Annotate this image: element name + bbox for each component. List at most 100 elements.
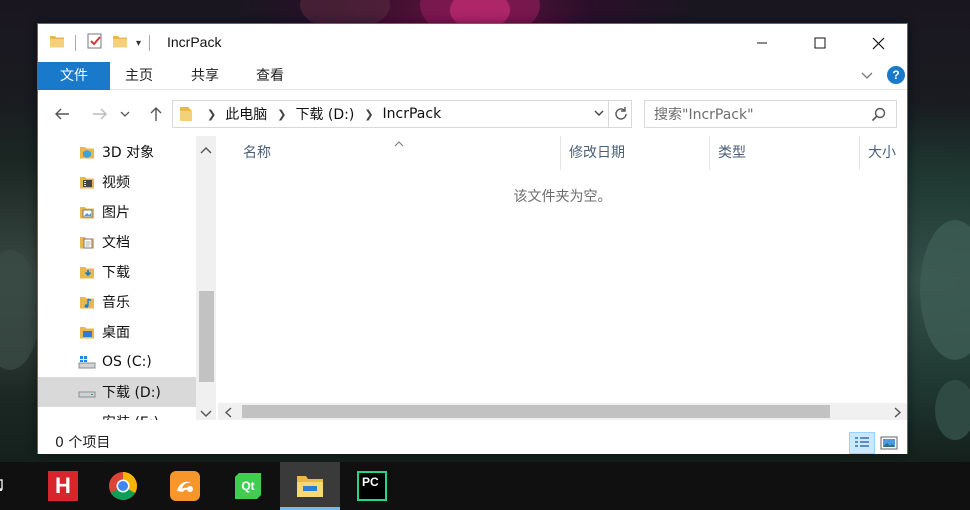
new-folder-icon[interactable] (112, 33, 128, 53)
customize-toolbar-icon[interactable]: ▾ (136, 38, 141, 49)
toolbar-divider (149, 35, 151, 51)
pycharm-icon-label: PC (362, 475, 379, 489)
tab-view[interactable]: 查看 (241, 62, 299, 90)
nav-item-install-e[interactable]: 安装 (E:) (38, 407, 196, 420)
navigation-pane: 3D 对象 视频 图片 文档 下载 音乐 桌面 OS (C:) 下载 (D:) (38, 136, 217, 420)
empty-folder-message: 该文件夹为空。 (513, 189, 612, 205)
nav-item-label: 下载 (102, 265, 130, 281)
taskbar: H Qt PC (0, 462, 970, 510)
column-header-date-modified[interactable]: 修改日期 (561, 136, 710, 170)
scrollbar-thumb[interactable] (242, 405, 830, 418)
file-explorer-icon (297, 476, 323, 497)
task-view-button[interactable] (0, 462, 18, 510)
hbuilder-icon: H (48, 471, 78, 501)
3d-objects-icon (78, 143, 96, 161)
up-button[interactable] (144, 102, 168, 126)
documents-folder-icon (78, 233, 96, 251)
breadcrumb-chevron-icon[interactable]: ❯ (364, 108, 373, 121)
qt-icon: Qt (235, 473, 261, 499)
address-divider (608, 101, 609, 127)
scroll-up-icon[interactable] (200, 142, 212, 158)
breadcrumb-downloads-drive[interactable]: 下载 (D:) (295, 104, 354, 124)
nav-item-label: 安装 (E:) (102, 412, 159, 420)
column-header-size[interactable]: 大小 (860, 136, 907, 170)
nav-item-label: 下载 (D:) (102, 385, 161, 401)
status-bar: 0 个项目 (38, 428, 907, 454)
nav-item-videos[interactable]: 视频 (38, 167, 196, 197)
address-dropdown-icon[interactable] (593, 107, 605, 123)
column-header-name[interactable]: 名称 (235, 136, 561, 170)
nav-item-os-c[interactable]: OS (C:) (38, 347, 196, 377)
breadcrumb-chevron-icon[interactable]: ❯ (277, 108, 286, 121)
search-icon[interactable] (871, 107, 886, 126)
pycharm-icon: PC (357, 471, 387, 501)
taskbar-app-hbuilder[interactable]: H (33, 462, 93, 510)
nav-item-downloads-d[interactable]: 下载 (D:) (38, 377, 196, 407)
search-placeholder: 搜索"IncrPack" (654, 107, 754, 123)
refresh-icon[interactable] (613, 106, 629, 126)
forward-button[interactable] (88, 102, 112, 126)
folder-icon (179, 106, 193, 122)
nav-item-desktop[interactable]: 桌面 (38, 317, 196, 347)
nav-item-documents[interactable]: 文档 (38, 227, 196, 257)
help-icon[interactable]: ? (887, 66, 905, 84)
downloads-folder-icon (78, 263, 96, 281)
quick-access-toolbar: ▾ (49, 33, 158, 53)
taskbar-app-chrome[interactable] (93, 462, 153, 510)
nav-item-label: 桌面 (102, 325, 130, 341)
nav-item-label: OS (C:) (102, 354, 152, 370)
nav-item-label: 视频 (102, 175, 130, 191)
breadcrumb-chevron-icon[interactable]: ❯ (207, 108, 216, 121)
taskbar-app-qt[interactable]: Qt (218, 462, 278, 510)
file-list: 名称 修改日期 类型 大小 该文件夹为空。 (218, 136, 907, 420)
nav-item-label: 文档 (102, 235, 130, 251)
expand-ribbon-icon[interactable] (860, 68, 874, 85)
tab-share[interactable]: 共享 (176, 62, 234, 90)
breadcrumb-incrpack[interactable]: IncrPack (383, 106, 442, 122)
nav-item-3d-objects[interactable]: 3D 对象 (38, 137, 196, 167)
system-drive-icon (78, 353, 96, 371)
folder-icon (49, 33, 65, 53)
ribbon: 文件 主页 共享 查看 ? (38, 62, 907, 90)
uc-browser-icon (170, 471, 200, 501)
maximize-button[interactable] (797, 24, 843, 62)
scroll-right-icon[interactable] (894, 406, 902, 422)
tab-home[interactable]: 主页 (110, 62, 168, 90)
chrome-icon (109, 472, 137, 500)
details-view-button[interactable] (849, 432, 875, 454)
scroll-left-icon[interactable] (224, 406, 232, 422)
drive-icon (78, 413, 96, 420)
nav-item-music[interactable]: 音乐 (38, 287, 196, 317)
title-bar: ▾ IncrPack (38, 24, 907, 62)
video-folder-icon (78, 173, 96, 191)
nav-item-pictures[interactable]: 图片 (38, 197, 196, 227)
pictures-folder-icon (78, 203, 96, 221)
horizontal-scrollbar[interactable] (218, 403, 907, 420)
search-input[interactable]: 搜索"IncrPack" (644, 100, 897, 128)
nav-item-label: 音乐 (102, 295, 130, 311)
music-folder-icon (78, 293, 96, 311)
minimize-button[interactable] (739, 24, 785, 62)
scrollbar-thumb[interactable] (199, 291, 214, 382)
navigation-scrollbar[interactable] (196, 136, 216, 420)
tab-file[interactable]: 文件 (38, 62, 110, 90)
navigation-bar: ❯ 此电脑 ❯ 下载 (D:) ❯ IncrPack 搜索"IncrPack" (38, 90, 907, 136)
address-bar[interactable]: ❯ 此电脑 ❯ 下载 (D:) ❯ IncrPack (172, 100, 632, 128)
back-button[interactable] (50, 102, 74, 126)
scroll-down-icon[interactable] (200, 406, 212, 422)
recent-locations-button[interactable] (117, 102, 133, 126)
desktop-folder-icon (78, 323, 96, 341)
large-icons-view-button[interactable] (876, 432, 902, 454)
window-title: IncrPack (167, 34, 222, 50)
nav-item-downloads[interactable]: 下载 (38, 257, 196, 287)
close-button[interactable] (855, 24, 901, 62)
properties-icon[interactable] (86, 32, 104, 54)
taskbar-app-pycharm[interactable]: PC (342, 462, 402, 510)
breadcrumb-this-pc[interactable]: 此电脑 (225, 104, 267, 124)
file-explorer-window: ▾ IncrPack 文件 主页 共享 查看 ? ❯ 此电脑 ❯ 下载 (D:)… (37, 23, 908, 454)
taskbar-app-file-explorer[interactable] (280, 462, 340, 510)
column-header-type[interactable]: 类型 (710, 136, 860, 170)
nav-item-label: 3D 对象 (102, 145, 155, 161)
toolbar-divider (75, 35, 76, 51)
taskbar-app-uc-browser[interactable] (155, 462, 215, 510)
